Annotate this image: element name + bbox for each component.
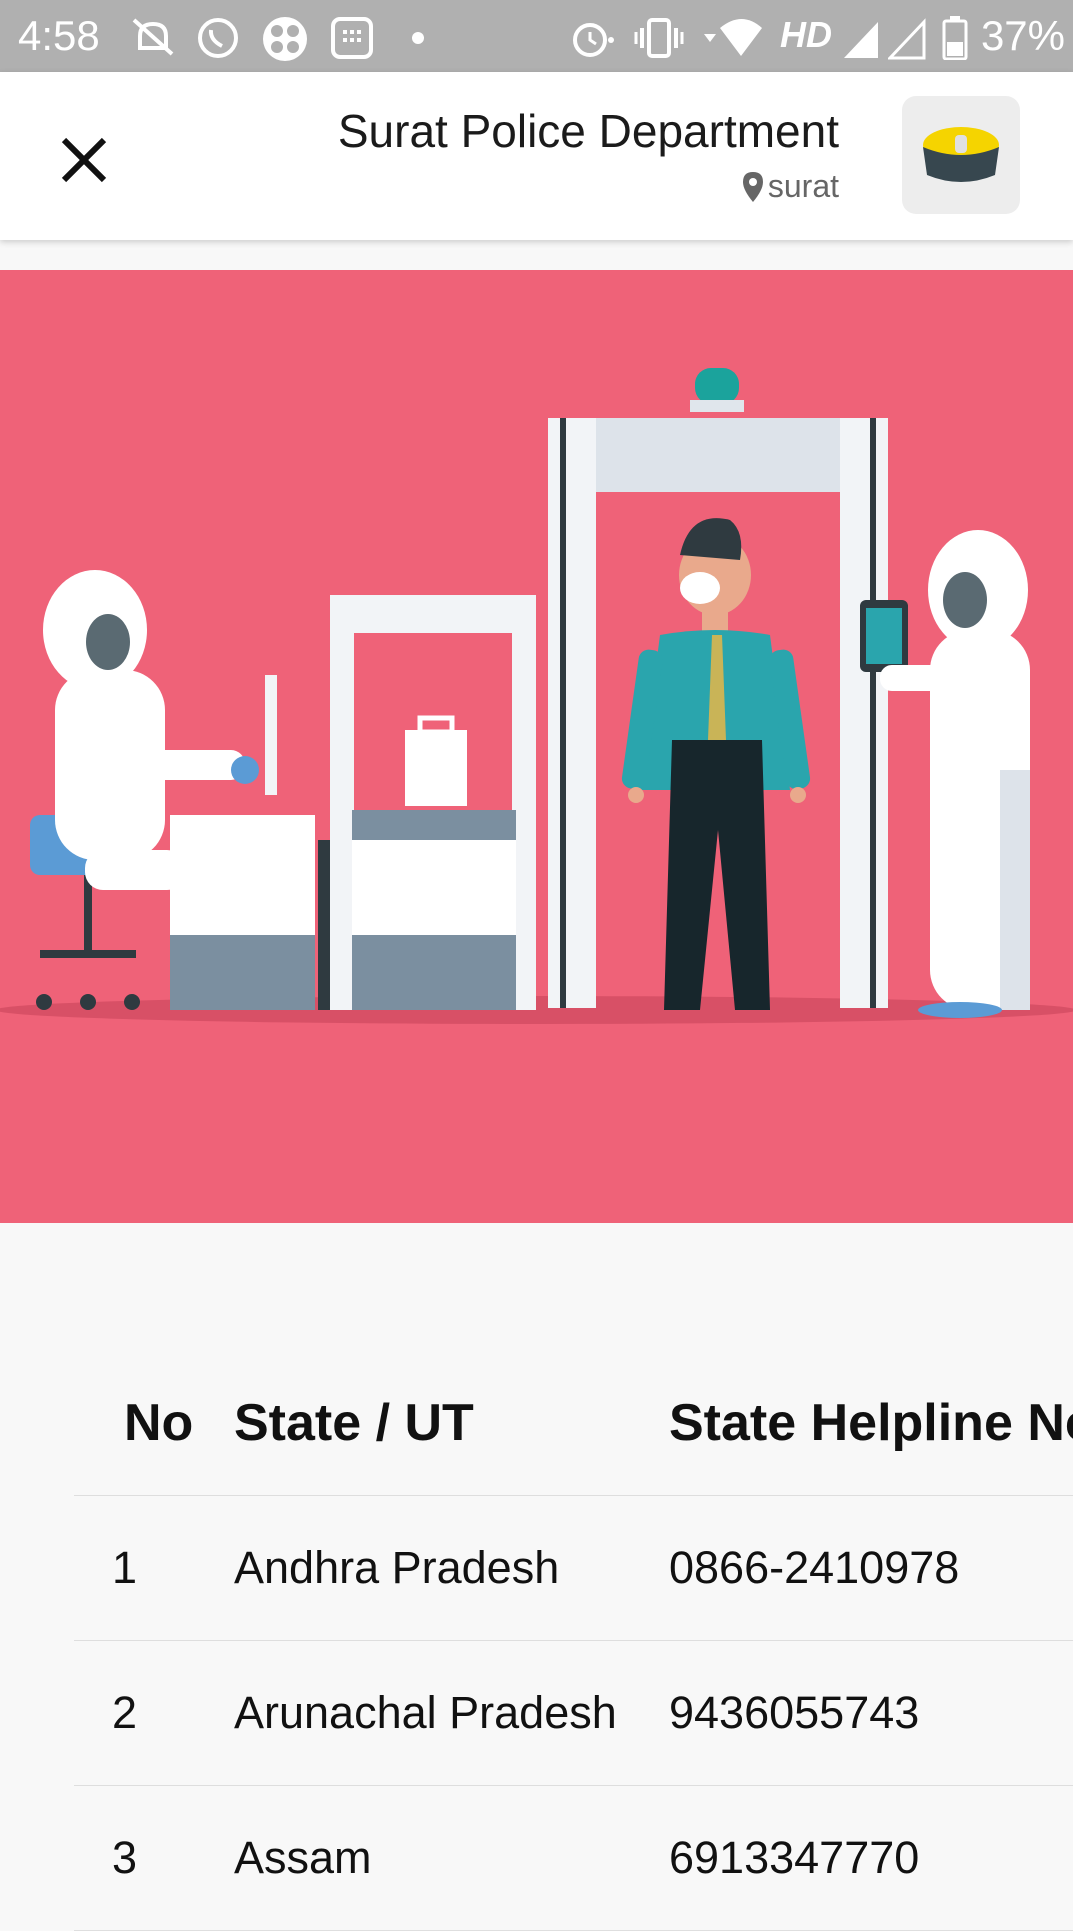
app-icon [263, 17, 307, 61]
table-row: 2 Arunachal Pradesh 9436055743 [74, 1641, 1073, 1786]
alarm-icon [573, 23, 614, 57]
table-row: 3 Assam 6913347770 [74, 1786, 1073, 1931]
column-header-helpline: State Helpline No [669, 1393, 1073, 1452]
battery-percentage: 37% [980, 12, 1065, 59]
location-pin-icon [742, 171, 763, 202]
police-cap-icon [923, 127, 999, 182]
location-label: surat [742, 168, 839, 205]
whatsapp-icon [198, 18, 238, 58]
row-state: Andhra Pradesh [234, 1542, 560, 1593]
app-header: Surat Police Department surat [0, 72, 1073, 240]
row-helpline-number[interactable]: 6913347770 [669, 1786, 919, 1930]
vibrate-icon [634, 18, 684, 58]
airport-security-screening-illustration [0, 368, 1073, 1024]
row-number: 2 [112, 1687, 138, 1738]
banner-illustration [0, 270, 1073, 1223]
close-icon[interactable] [54, 130, 114, 190]
column-header-no: No [124, 1393, 194, 1452]
location-text: surat [767, 168, 839, 204]
table-header-row: No State / UT State Helpline No [74, 1350, 1073, 1496]
signal-empty-icon [888, 18, 926, 60]
status-bar: 4:58 HD 37% [0, 0, 1073, 72]
row-helpline-number[interactable]: 0866-2410978 [669, 1496, 959, 1640]
page-title: Surat Police Department [337, 105, 839, 157]
battery-icon [942, 16, 968, 60]
notifications-off-icon [132, 18, 174, 56]
dot-icon [412, 32, 424, 44]
state-helpline-table: No State / UT State Helpline No 1 Andhra… [74, 1350, 1073, 1931]
row-number: 3 [112, 1832, 138, 1883]
table-row: 1 Andhra Pradesh 0866-2410978 [74, 1496, 1073, 1641]
column-header-state: State / UT [234, 1393, 474, 1452]
avatar[interactable] [902, 96, 1020, 214]
row-state: Arunachal Pradesh [234, 1687, 617, 1738]
status-time: 4:58 [18, 12, 100, 59]
row-number: 1 [112, 1542, 138, 1593]
row-helpline-number[interactable]: 9436055743 [669, 1641, 919, 1785]
calendar-icon [331, 17, 373, 59]
network-type-label: HD [780, 14, 832, 55]
signal-icon [844, 22, 878, 58]
wifi-icon [704, 19, 762, 56]
row-state: Assam [234, 1832, 372, 1883]
